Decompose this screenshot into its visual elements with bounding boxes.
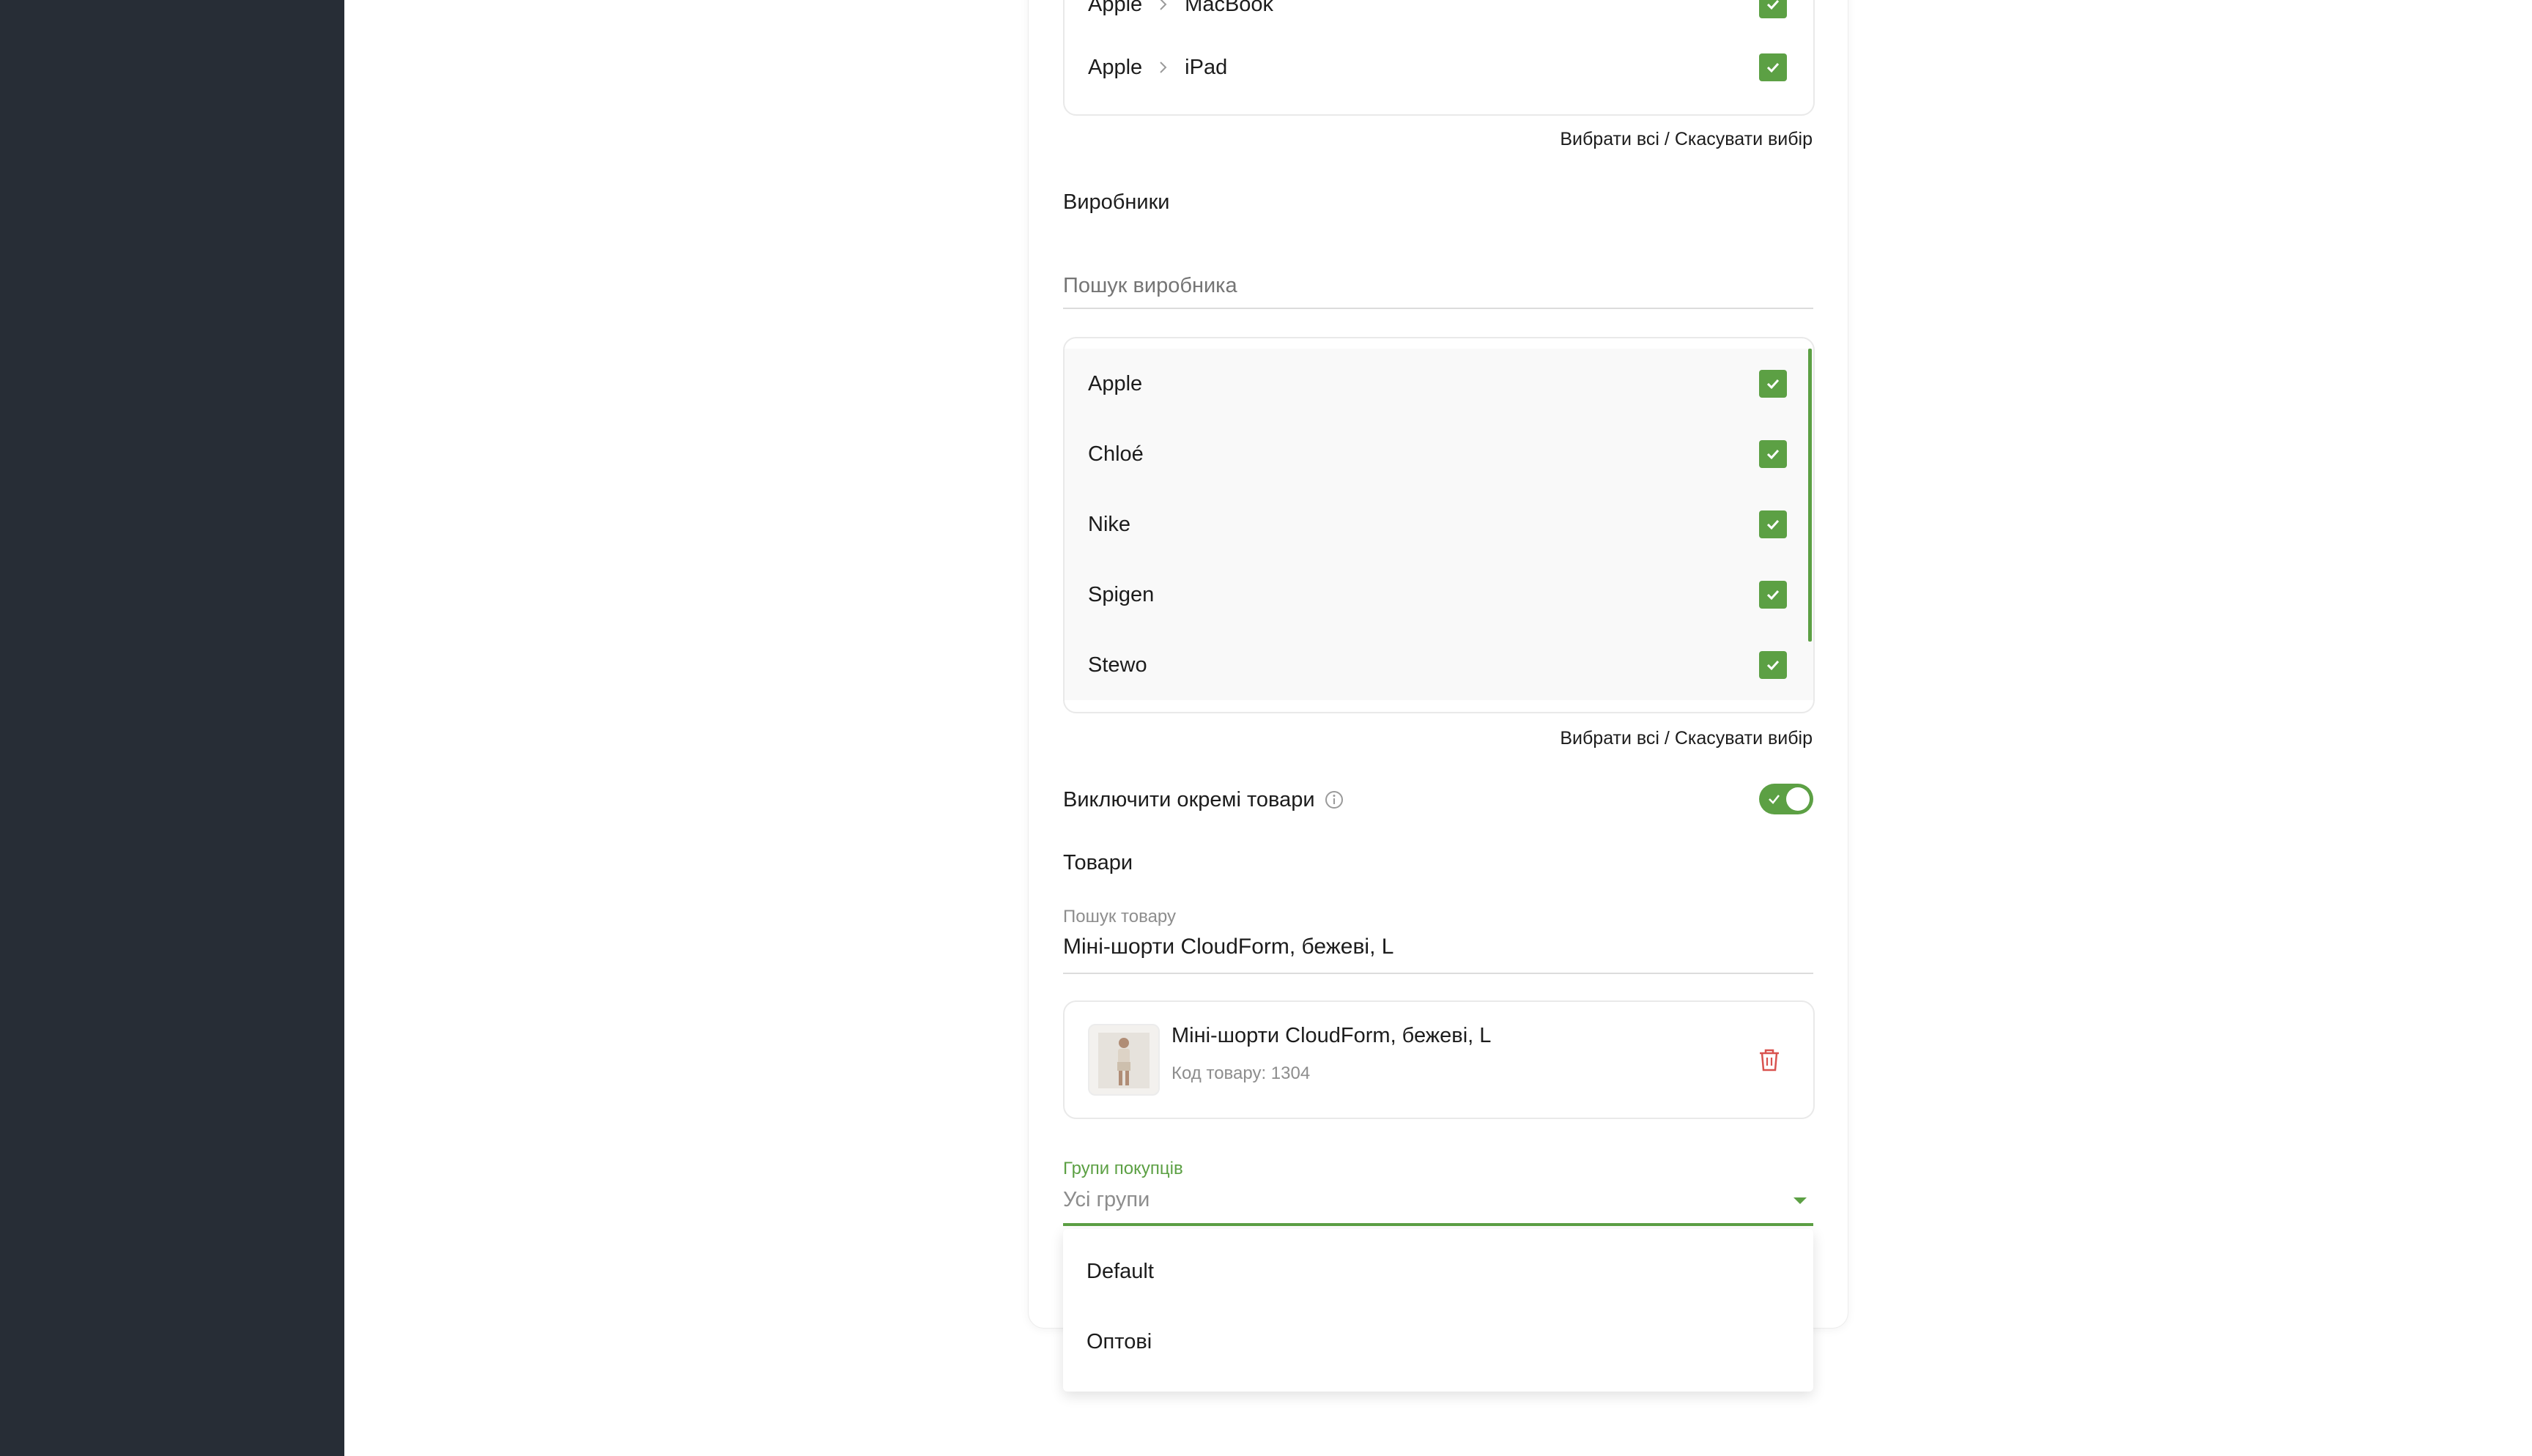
manufacturer-row[interactable]: Spigen [1065,560,1813,630]
customer-groups-underline [1063,1223,1813,1226]
products-heading: Товари [1063,851,1133,874]
category-child: MacBook [1185,0,1274,16]
manufacturer-label: Nike [1088,512,1131,536]
category-list: Apple MacBook Apple iPad [1063,0,1815,116]
chevron-right-icon [1158,60,1169,75]
manufacturer-search-input[interactable] [1063,270,1813,302]
customer-groups-select[interactable]: Усі групи [1063,1185,1813,1226]
manufacturer-row[interactable]: Chloé [1065,419,1813,489]
manufacturer-label: Spigen [1088,582,1155,606]
manufacturer-checkbox[interactable] [1759,440,1787,468]
selected-product-code: Код товару: 1304 [1171,1063,1311,1083]
list-scrollbar[interactable] [1808,349,1812,642]
category-parent: Apple [1088,55,1143,79]
manufacturer-checkbox[interactable] [1759,370,1787,398]
category-checkbox[interactable] [1759,53,1787,81]
manufacturer-label: Chloé [1088,442,1144,466]
category-row[interactable]: Apple iPad [1065,32,1813,103]
trash-icon[interactable] [1758,1047,1781,1072]
manufacturers-heading: Виробники [1063,190,1170,214]
customer-groups-value: Усі групи [1063,1188,1150,1211]
manufacturer-search-underline [1063,308,1813,309]
manufacturer-row[interactable]: Apple [1065,349,1813,419]
manufacturer-checkbox[interactable] [1759,581,1787,609]
customer-groups-dropdown: Default Оптові [1063,1229,1813,1392]
exclude-products-label: Виключити окремі товари [1063,787,1315,811]
manufacturer-checkbox[interactable] [1759,651,1787,679]
manufacturers-select-all-link[interactable]: Вибрати всі / Скасувати вибір [1560,728,1813,749]
product-search-underline [1063,973,1813,974]
manufacturer-checkbox[interactable] [1759,510,1787,538]
exclude-products-row: Виключити окремі товари [1063,784,1813,816]
chevron-right-icon [1158,0,1169,12]
dropdown-option[interactable]: Default [1087,1260,1154,1284]
manufacturer-label: Stewo [1088,653,1147,677]
category-child: iPad [1185,55,1228,79]
exclude-products-toggle[interactable] [1759,784,1813,814]
manufacturer-row[interactable]: Stewo [1065,630,1813,700]
selected-product-name: Міні-шорти CloudForm, бежеві, L [1171,1024,1492,1047]
selected-product-card: Міні-шорти CloudForm, бежеві, L Код това… [1063,1000,1815,1119]
product-search-input[interactable]: Міні-шорти CloudForm, бежеві, L [1063,935,1393,959]
product-search-label: Пошук товару [1063,907,1176,926]
customer-groups-label: Групи покупців [1063,1159,1183,1178]
product-thumbnail [1088,1024,1160,1096]
sidebar [0,0,344,1456]
manufacturer-list: Apple Chloé Nike Spigen Stewo [1063,337,1815,713]
manufacturer-label: Apple [1088,371,1143,395]
category-checkbox[interactable] [1759,0,1787,18]
dropdown-option[interactable]: Оптові [1087,1330,1152,1354]
manufacturer-row[interactable]: Nike [1065,489,1813,560]
category-parent: Apple [1088,0,1143,16]
categories-select-all-link[interactable]: Вибрати всі / Скасувати вибір [1560,129,1813,150]
manufacturer-list-inner: Apple Chloé Nike Spigen Stewo [1065,349,1813,700]
info-icon[interactable] [1324,790,1344,810]
caret-down-icon[interactable] [1793,1197,1807,1206]
